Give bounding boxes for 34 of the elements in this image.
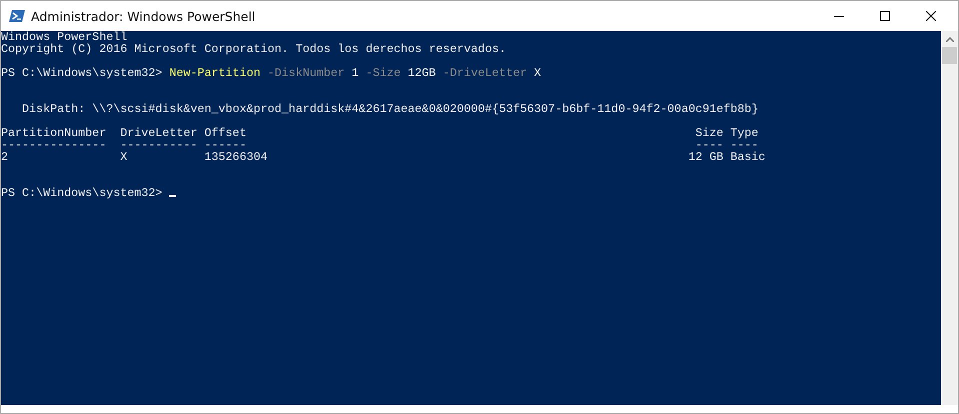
maximize-icon — [880, 11, 890, 21]
column-heading: Type — [730, 127, 760, 139]
scrollbar[interactable] — [941, 31, 958, 405]
window-title: Administrador: Windows PowerShell — [31, 8, 256, 24]
heading-underline: ---- — [694, 139, 724, 151]
argument-value: X — [534, 66, 542, 80]
column-heading: Offset — [204, 127, 248, 139]
console-text: Copyright (C) 2016 Microsoft Corporation. Todos los derechos reservados. — [1, 42, 506, 56]
close-icon — [926, 11, 936, 21]
scrollbar-thumb[interactable] — [942, 47, 957, 64]
heading-underline: ----------- — [120, 139, 198, 151]
table-cell-text: X — [120, 151, 128, 163]
column-heading: PartitionNumber — [1, 127, 108, 139]
column-heading: DriveLetter — [120, 127, 198, 139]
powershell-icon — [9, 8, 25, 24]
heading-underline: ---- — [730, 139, 758, 151]
heading-underline: --------------- — [1, 139, 108, 151]
scroll-up-icon[interactable] — [946, 37, 954, 42]
argument-value: 1 — [352, 66, 359, 80]
console-text: PS C:\Windows\system32> — [1, 66, 162, 80]
table-cell-text: Basic — [730, 151, 766, 163]
console-text: DiskPath: \\?\scsi#disk&ven_vbox&prod_harddisk#4&2617aeae&0&020000#{53f56307-b6bf-11d0-94f2-00a0c91efb8b} — [22, 102, 758, 116]
parameter-name: -DriveLetter — [442, 66, 527, 80]
table-cell: 12 GB — [688, 151, 724, 163]
parameter-name: -DiskNumber — [268, 66, 345, 80]
table-cell-text: 135266304 — [204, 151, 268, 163]
console-text: Windows PowerShell — [1, 31, 128, 44]
command-name: New-Partition — [169, 66, 261, 80]
console-text: PS C:\Windows\system32> — [1, 186, 162, 200]
parameter-name: -Size — [366, 66, 401, 80]
column-heading: Size — [694, 127, 724, 139]
table-cell-text: 2 — [1, 151, 10, 163]
heading-underline: ------ — [204, 139, 248, 151]
argument-value: 12GB — [408, 66, 436, 80]
